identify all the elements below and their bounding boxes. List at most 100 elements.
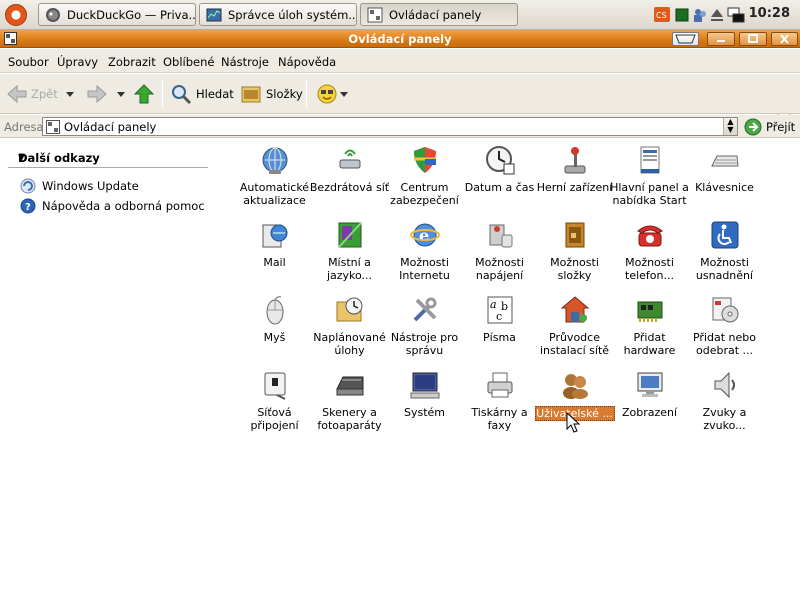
item-mail[interactable]: Mail: [237, 218, 312, 269]
restore-frame-button[interactable]: [672, 32, 699, 46]
item-game-controllers[interactable]: Herní zařízení: [537, 143, 612, 194]
item-date-time[interactable]: Datum a čas: [462, 143, 537, 194]
help-icon: ?: [20, 198, 36, 214]
mail-icon: [262, 224, 287, 248]
cs-keyboard-icon[interactable]: CS: [654, 6, 670, 24]
menu-bar: Soubor Úpravy Zobrazit Oblíbené Nástroje…: [0, 49, 800, 119]
item-label: Přidat nebo odebrat ...: [692, 331, 756, 357]
users-icon: [562, 374, 588, 399]
user-switch-icon[interactable]: [692, 6, 708, 24]
power-icon: [489, 224, 512, 248]
views-dropdown-icon: [340, 91, 348, 97]
item-system[interactable]: Systém: [387, 368, 462, 419]
sidebar: Další odkazy ▼ Windows Update ? Nápověda…: [0, 139, 226, 600]
eject-icon[interactable]: [710, 6, 724, 24]
folders-button[interactable]: Složky: [240, 82, 303, 106]
item-admin-tools[interactable]: Nástroje pro správu: [387, 293, 462, 357]
sound-icon: [714, 371, 735, 399]
item-wireless[interactable]: Bezdrátová síť: [309, 143, 390, 194]
item-sounds-audio[interactable]: Zvuky a zvuko...: [687, 368, 762, 432]
item-label: Zobrazení: [621, 406, 678, 419]
search-icon: [172, 85, 192, 105]
item-phone-modem[interactable]: Možnosti telefon...: [612, 218, 687, 282]
task-task-manager[interactable]: Správce úloh systém...: [199, 3, 357, 26]
item-label: Datum a čas: [464, 181, 535, 194]
menu-favorites[interactable]: Oblíbené: [163, 55, 214, 69]
item-printers-faxes[interactable]: Tiskárny a faxy: [462, 368, 537, 432]
mouse-icon: [266, 296, 283, 325]
item-accessibility[interactable]: Možnosti usnadnění: [687, 218, 762, 282]
item-internet-options[interactable]: e Možnosti Internetu: [387, 218, 462, 282]
item-label: Systém: [403, 406, 446, 419]
search-label: Hledat: [196, 87, 234, 101]
item-keyboard[interactable]: Klávesnice: [687, 143, 762, 194]
minimize-button[interactable]: [707, 32, 735, 46]
item-mouse[interactable]: Myš: [237, 293, 312, 344]
folders-label: Složky: [266, 87, 303, 101]
item-scheduled-tasks[interactable]: Naplánované úlohy: [312, 293, 387, 357]
item-label: Možnosti usnadnění: [695, 256, 754, 282]
item-taskbar-start-menu[interactable]: Hlavní panel a nabídka Start: [610, 143, 689, 207]
back-arrow-icon: [7, 84, 27, 104]
task-control-panel[interactable]: Ovládací panely: [360, 3, 518, 26]
search-button[interactable]: Hledat: [170, 82, 234, 106]
network-icon: [264, 372, 285, 400]
monitor-applet-icon[interactable]: [675, 6, 689, 24]
item-network-setup-wizard[interactable]: Průvodce instalací sítě: [537, 293, 612, 357]
item-power-options[interactable]: Možnosti napájení: [462, 218, 537, 282]
item-regional-language[interactable]: Místní a jazyko...: [312, 218, 387, 282]
back-dropdown-icon[interactable]: [66, 92, 74, 97]
item-add-hardware[interactable]: Přidat hardware: [612, 293, 687, 357]
sidebar-link-label: Nápověda a odborná pomoc: [42, 199, 205, 213]
address-bar: Adresa Ovládací panely ▲ ▼ Přejít: [0, 115, 800, 138]
network-tray-icon[interactable]: [727, 6, 745, 24]
sidebar-link-windows-update[interactable]: Windows Update: [20, 178, 139, 194]
task-duckduckgo[interactable]: DuckDuckGo — Priva...: [38, 3, 196, 26]
clock[interactable]: 10:28: [749, 6, 790, 21]
item-network-connections[interactable]: Síťová připojení: [237, 368, 312, 432]
menu-tools[interactable]: Nástroje: [221, 55, 269, 69]
views-button[interactable]: [316, 82, 348, 106]
close-button[interactable]: [771, 32, 798, 46]
svg-text:CS: CS: [656, 11, 667, 20]
item-automatic-updates[interactable]: Automatické aktualizace: [237, 143, 312, 207]
item-label: Hlavní panel a nabídka Start: [610, 181, 689, 207]
up-arrow-icon: [133, 84, 155, 104]
go-arrow-icon: [744, 118, 762, 136]
item-add-remove-programs[interactable]: Přidat nebo odebrat ...: [687, 293, 762, 357]
menu-edit[interactable]: Úpravy: [57, 55, 98, 69]
minimize-icon: [717, 40, 725, 42]
address-input[interactable]: Ovládací panely ▲ ▼: [42, 117, 738, 136]
maximize-button[interactable]: [739, 32, 767, 46]
ubuntu-menu-icon[interactable]: [5, 4, 27, 26]
toolbar-separator: [162, 80, 163, 108]
item-folder-options[interactable]: Možnosti složky: [537, 218, 612, 282]
up-button[interactable]: [133, 82, 155, 106]
forward-arrow-icon: [87, 84, 107, 104]
menu-view[interactable]: Zobrazit: [108, 55, 156, 69]
menu-help[interactable]: Nápověda: [278, 55, 336, 69]
sidebar-header[interactable]: Další odkazy ▼: [8, 148, 208, 168]
back-button[interactable]: Zpět: [6, 82, 58, 106]
window-titlebar[interactable]: Ovládací panely: [0, 30, 800, 48]
sidebar-link-help[interactable]: ? Nápověda a odborná pomoc: [20, 198, 205, 214]
item-label: Mail: [263, 256, 286, 269]
hardware-icon: [637, 301, 662, 322]
task-label: Správce úloh systém...: [228, 7, 357, 22]
forward-button[interactable]: [86, 82, 108, 106]
clock-icon: [485, 146, 514, 175]
item-scanners-cameras[interactable]: Skenery a fotoaparáty: [312, 368, 387, 432]
item-label: Bezdrátová síť: [309, 181, 390, 194]
item-display[interactable]: Zobrazení: [612, 368, 687, 419]
item-label: Možnosti složky: [550, 256, 599, 282]
frame-icon: [675, 34, 696, 44]
item-fonts[interactable]: abc Písma: [462, 293, 537, 344]
menu-file[interactable]: Soubor: [8, 55, 49, 69]
go-button[interactable]: Přejít: [744, 118, 795, 136]
internet-icon: e: [409, 223, 440, 247]
system-icon: [410, 372, 439, 399]
address-dropdown[interactable]: ▲ ▼: [723, 118, 737, 135]
item-security-center[interactable]: Centrum zabezpečení: [387, 143, 462, 207]
forward-dropdown-icon[interactable]: [117, 92, 125, 97]
item-label: Možnosti telefon...: [625, 256, 674, 282]
